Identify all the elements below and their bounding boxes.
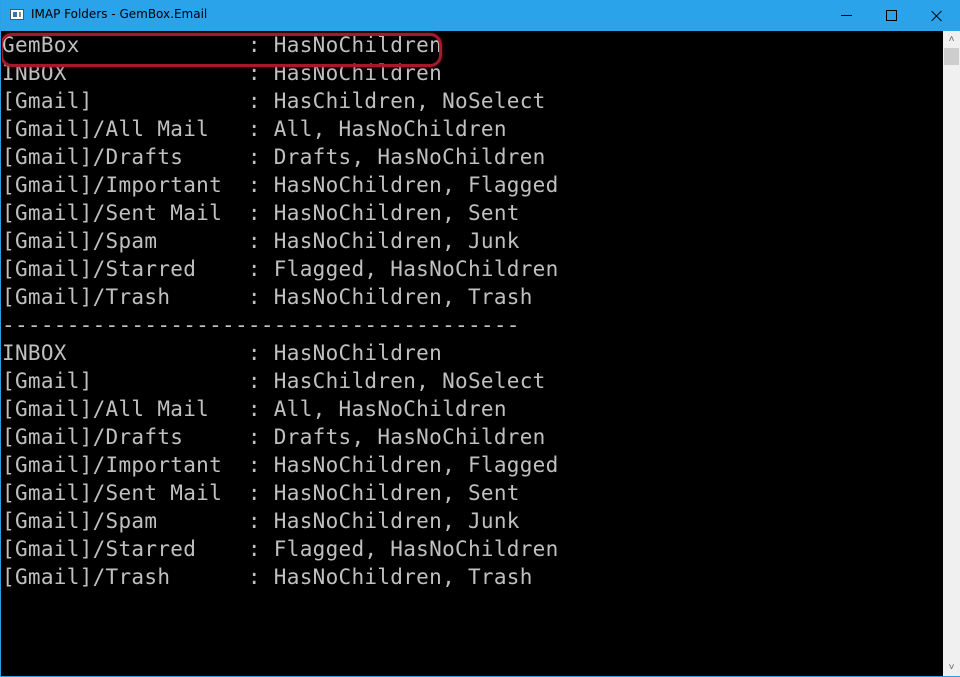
window-title: IMAP Folders - GemBox.Email <box>31 7 208 21</box>
console-output: GemBox : HasNoChildren INBOX : HasNoChild… <box>2 31 943 676</box>
console-line: [Gmail]/Starred : Flagged, HasNoChildren <box>2 257 559 281</box>
console-line: [Gmail] : HasChildren, NoSelect <box>2 89 546 113</box>
maximize-button[interactable] <box>868 0 914 31</box>
console-line: GemBox : HasNoChildren <box>2 33 443 57</box>
console-line: INBOX : HasNoChildren <box>2 341 443 365</box>
minimize-icon <box>840 15 852 16</box>
console-line: [Gmail]/Important : HasNoChildren, Flagg… <box>2 453 559 477</box>
console-lines: GemBox : HasNoChildren INBOX : HasNoChild… <box>2 31 943 591</box>
scrollbar-thumb[interactable] <box>944 48 959 65</box>
scroll-down-button[interactable]: ˅ <box>943 659 960 676</box>
minimize-button[interactable] <box>823 0 869 31</box>
console-app-icon[interactable] <box>10 9 24 20</box>
close-button[interactable] <box>914 0 960 31</box>
console-line: [Gmail]/Spam : HasNoChildren, Junk <box>2 509 520 533</box>
console-line: [Gmail]/All Mail : All, HasNoChildren <box>2 117 507 141</box>
console-line: [Gmail]/Spam : HasNoChildren, Junk <box>2 229 520 253</box>
console-line: [Gmail]/Sent Mail : HasNoChildren, Sent <box>2 481 520 505</box>
console-line: [Gmail]/Trash : HasNoChildren, Trash <box>2 565 533 589</box>
console-line: [Gmail]/Drafts : Drafts, HasNoChildren <box>2 145 546 169</box>
console-line: [Gmail]/Trash : HasNoChildren, Trash <box>2 285 533 309</box>
maximize-icon <box>885 10 897 21</box>
scroll-up-button[interactable]: ˄ <box>943 31 960 48</box>
console-line: [Gmail]/Sent Mail : HasNoChildren, Sent <box>2 201 520 225</box>
console-line: ---------------------------------------- <box>2 313 520 337</box>
console-line: [Gmail]/All Mail : All, HasNoChildren <box>2 397 507 421</box>
console-line: [Gmail]/Drafts : Drafts, HasNoChildren <box>2 425 546 449</box>
vertical-scrollbar[interactable]: ˄ ˅ <box>943 31 960 676</box>
console-line: [Gmail] : HasChildren, NoSelect <box>2 369 546 393</box>
chevron-up-icon: ˄ <box>948 34 955 45</box>
console-line: [Gmail]/Important : HasNoChildren, Flagg… <box>2 173 559 197</box>
console-window: IMAP Folders - GemBox.Email GemBox : Has… <box>0 0 960 677</box>
chevron-down-icon: ˅ <box>948 662 955 673</box>
close-icon <box>931 10 943 22</box>
title-bar[interactable]: IMAP Folders - GemBox.Email <box>1 0 960 31</box>
console-line: [Gmail]/Starred : Flagged, HasNoChildren <box>2 537 559 561</box>
console-line: INBOX : HasNoChildren <box>2 61 443 85</box>
